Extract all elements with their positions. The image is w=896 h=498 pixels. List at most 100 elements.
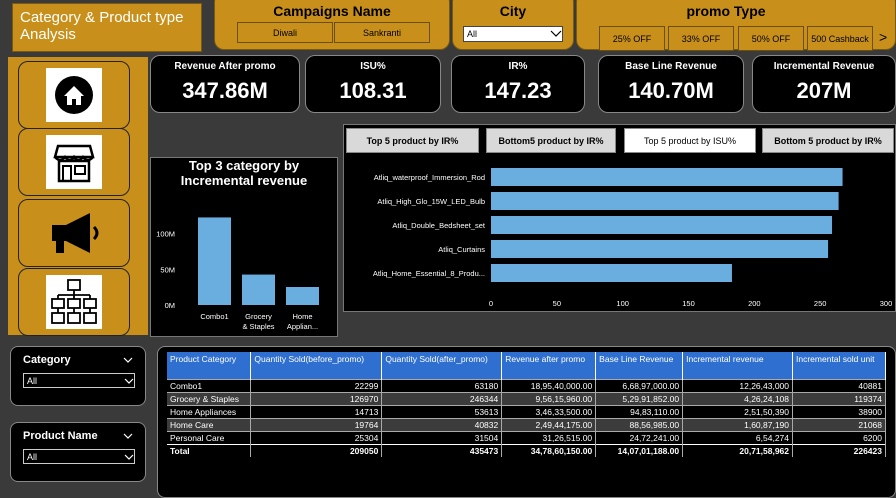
table-cell: 6200 [792, 430, 886, 444]
column-header[interactable]: Base Line Revenue [595, 352, 684, 379]
tab-bottom5-ir[interactable]: Bottom5 product by IR% [486, 128, 616, 153]
table-cell: Combo1 [167, 378, 252, 392]
column-header[interactable]: Product Category [167, 352, 252, 379]
table-cell: 246344 [381, 391, 503, 405]
promo-25-chip[interactable]: 25% OFF [599, 26, 665, 51]
column-header[interactable]: Incremental revenue [682, 352, 794, 379]
y-tick-label: Atliq_High_Glo_15W_LED_Bulb [377, 197, 485, 206]
kpi-value: 147.23 [484, 78, 552, 103]
promo-cashback-chip[interactable]: 500 Cashback [807, 26, 873, 51]
top3-category-chart: Top 3 category by Incremental revenue 0M 50… [156, 158, 319, 331]
y-tick-label: 50M [160, 265, 175, 274]
table-cell: 9,56,15,960.00 [501, 391, 597, 405]
bar[interactable] [491, 168, 843, 186]
y-tick-label: Atliq_Double_Bedsheet_set [392, 221, 485, 230]
x-tick-label: 200 [748, 299, 761, 308]
column-header[interactable]: Quantity Sold(before_promo) [250, 352, 383, 379]
city-title: City [499, 3, 527, 19]
x-tick-label: 100 [616, 299, 629, 308]
table-cell: 19764 [250, 417, 383, 431]
x-tick-label: Combo1 [200, 312, 228, 321]
next-icon[interactable]: > [879, 29, 887, 45]
bar[interactable] [198, 217, 231, 305]
tab-top5-isu[interactable]: Top 5 product by ISU% [624, 128, 756, 153]
hierarchy-icon [46, 275, 102, 329]
table-cell: 2,49,44,175.00 [501, 417, 597, 431]
table-cell: 22299 [250, 378, 383, 392]
campaign-sankranti-chip[interactable]: Sankranti [334, 22, 430, 43]
table-cell: 40832 [381, 417, 503, 431]
y-tick-label: Atliq_waterproof_Immersion_Rod [374, 173, 485, 182]
kpi-incremental-revenue: Incremental Revenue 207M [752, 55, 896, 113]
city-value: All [467, 29, 478, 39]
bar[interactable] [242, 274, 275, 305]
table-cell: 14713 [250, 404, 383, 418]
table-cell: 6,68,97,000.00 [595, 378, 684, 392]
column-header[interactable]: Revenue after promo [501, 352, 597, 379]
table-row[interactable]: Home Appliances 14713 53613 3,46,33,500.00 9… [167, 404, 886, 418]
y-tick-label: 0M [165, 301, 175, 310]
chevron-down-icon [550, 30, 562, 37]
table-cell: 20,71,58,962 [682, 443, 794, 457]
column-header[interactable]: Quantity Sold(after_promo) [381, 352, 503, 379]
table-cell: 34,78,60,150.00 [501, 443, 597, 457]
campaigns-title: Campaigns Name [273, 3, 391, 19]
category-dropdown[interactable]: All [23, 373, 135, 388]
tab-top5-ir[interactable]: Top 5 product by IR% [346, 128, 479, 153]
home-nav-button[interactable] [18, 61, 130, 129]
chevron-down-icon[interactable] [123, 432, 133, 440]
x-tick-label: 0 [489, 299, 493, 308]
store-nav-button[interactable] [18, 128, 130, 196]
bar[interactable] [286, 287, 319, 305]
bar[interactable] [491, 240, 829, 258]
kpi-base-line-revenue: Base Line Revenue 140.70M [598, 55, 744, 113]
table-cell: Home Appliances [167, 404, 252, 418]
city-dropdown[interactable]: All [463, 26, 563, 42]
table-total-row: Total 209050 435473 34,78,60,150.00 14,07,01… [167, 443, 886, 457]
table-row[interactable]: Combo1 22299 63180 18,95,40,000.00 6,68,97,0… [167, 378, 886, 392]
table-row[interactable]: Home Care 19764 40832 2,49,44,175.00 88,56,9… [167, 417, 886, 431]
table-cell: 14,07,01,188.00 [595, 443, 684, 457]
home-icon [46, 68, 102, 122]
table-cell: 209050 [250, 443, 383, 457]
table-cell: 53613 [381, 404, 503, 418]
campaign-diwali-chip[interactable]: Diwali [237, 22, 333, 43]
y-tick-label: Atliq_Home_Essential_8_Produ... [373, 269, 485, 278]
table-cell: 63180 [381, 378, 503, 392]
hierarchy-nav-button[interactable] [18, 268, 130, 336]
table-row[interactable]: Grocery & Staples 126970 246344 9,56,15,960… [167, 391, 886, 405]
column-header[interactable]: Incremental sold unit [792, 352, 886, 379]
tab-bottom5-ir-2[interactable]: Bottom 5 product by IR% [762, 128, 894, 153]
kpi-value: 347.86M [182, 78, 268, 103]
table-cell: 31504 [381, 430, 503, 444]
kpi-isu: ISU% 108.31 [305, 55, 441, 113]
product-value: All [27, 451, 38, 462]
product-filter: Product Name All [10, 422, 146, 482]
table-row[interactable]: Personal Care 25304 31504 31,26,515.00 24,72… [167, 430, 886, 444]
category-table: Product Category Quantity Sold(before_pro… [167, 352, 886, 457]
top5-isu-chart: Atliq_waterproof_Immersion_Rod Atliq_High… [373, 168, 892, 308]
bar[interactable] [491, 264, 732, 282]
promo-50-chip[interactable]: 50% OFF [738, 26, 804, 51]
product-dropdown[interactable]: All [23, 449, 135, 464]
kpi-label: ISU% [360, 61, 386, 72]
table-cell: 1,60,87,190 [682, 417, 794, 431]
store-icon [46, 135, 102, 189]
x-tick-label: 50 [553, 299, 561, 308]
promo-title: promo Type [686, 3, 766, 19]
table-cell: Grocery & Staples [167, 391, 252, 405]
bar[interactable] [491, 216, 833, 234]
y-tick-label: 100M [156, 230, 175, 239]
promo-33-chip[interactable]: 33% OFF [668, 26, 734, 51]
chevron-down-icon[interactable] [123, 356, 133, 364]
table-cell: 94,83,110.00 [595, 404, 684, 418]
table-cell: 12,26,43,000 [682, 378, 794, 392]
x-tick-label: 250 [814, 299, 827, 308]
table-cell: 31,26,515.00 [501, 430, 597, 444]
table-cell: 126970 [250, 391, 383, 405]
table-cell: 2,51,50,390 [682, 404, 794, 418]
campaigns-slicer: Campaigns Name Diwali Sankranti [214, 0, 450, 50]
campaign-nav-button[interactable] [18, 199, 130, 267]
bar[interactable] [491, 192, 839, 210]
kpi-value: 140.70M [628, 78, 714, 103]
